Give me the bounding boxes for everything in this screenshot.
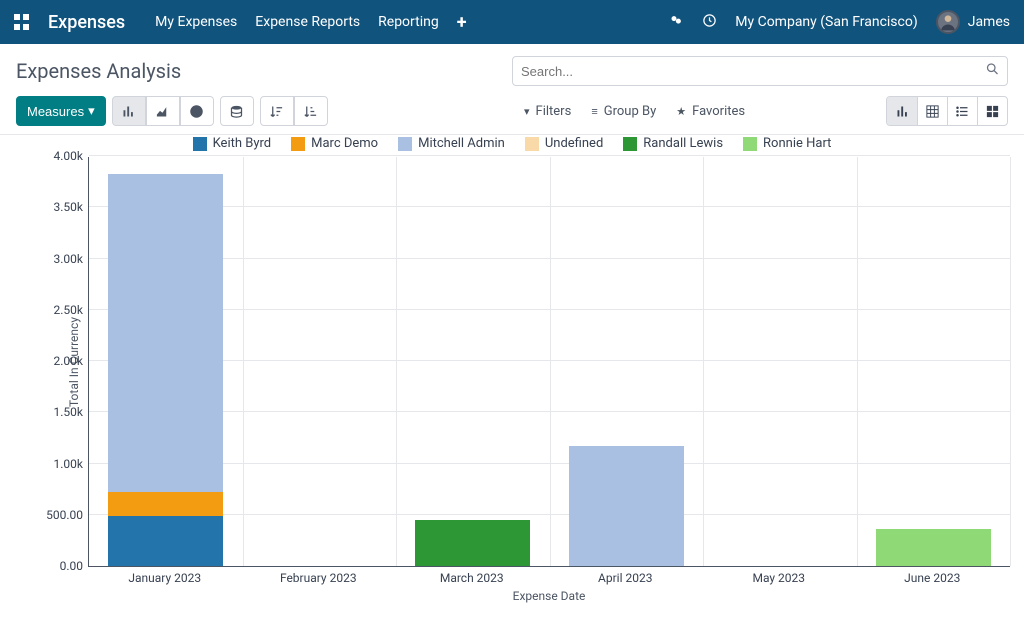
legend-swatch [398, 137, 412, 151]
page-title: Expenses Analysis [16, 59, 512, 83]
bar[interactable] [569, 446, 684, 566]
nav-my-expenses[interactable]: My Expenses [155, 14, 237, 30]
y-tick: 3.00k [33, 252, 83, 266]
apps-icon[interactable] [14, 14, 30, 30]
bar[interactable] [415, 520, 530, 566]
pivot-view-button[interactable] [917, 97, 947, 125]
legend-label: Undefined [545, 136, 603, 151]
legend-item[interactable]: Marc Demo [291, 136, 378, 151]
nav-expense-reports[interactable]: Expense Reports [255, 14, 360, 30]
user-menu[interactable]: James [936, 10, 1010, 34]
favorites-button[interactable]: ★Favorites [668, 100, 753, 123]
filters-button[interactable]: ▾Filters [516, 100, 579, 123]
chart-plot: Total In Currency 0.00500.001.00k1.50k2.… [88, 157, 1010, 567]
legend-item[interactable]: Undefined [525, 136, 603, 151]
chart-legend: Keith Byrd Marc Demo Mitchell Admin Undefin… [14, 136, 1010, 151]
chevron-down-icon: ▾ [88, 103, 95, 119]
filter-icon: ▾ [524, 105, 530, 118]
search-icon[interactable] [985, 62, 1000, 81]
x-ticks: January 2023 February 2023 March 2023 April… [88, 567, 1010, 587]
groupby-button[interactable]: ≡Group By [583, 100, 664, 123]
kanban-view-button[interactable] [977, 97, 1007, 125]
legend-item[interactable]: Ronnie Hart [743, 136, 831, 151]
y-tick: 2.50k [33, 303, 83, 317]
new-item-button[interactable]: + [457, 12, 467, 33]
x-tick: January 2023 [128, 571, 201, 585]
graph-view-button[interactable] [887, 97, 917, 125]
legend-swatch [525, 137, 539, 151]
legend-label: Randall Lewis [643, 136, 723, 151]
bar-chart-button[interactable] [112, 96, 146, 126]
y-tick: 1.50k [33, 405, 83, 419]
filter-group: ▾Filters ≡Group By ★Favorites [512, 100, 753, 123]
y-tick: 3.50k [33, 200, 83, 214]
y-tick: 1.00k [33, 457, 83, 471]
y-tick: 0.00 [33, 559, 83, 573]
bar[interactable] [108, 174, 223, 566]
bar[interactable] [876, 529, 991, 566]
bar-segment[interactable] [108, 174, 223, 492]
legend-label: Marc Demo [311, 136, 378, 151]
legend-item[interactable]: Randall Lewis [623, 136, 723, 151]
legend-swatch [193, 137, 207, 151]
brand[interactable]: Expenses [48, 12, 125, 33]
pie-chart-button[interactable] [180, 96, 214, 126]
legend-swatch [291, 137, 305, 151]
legend-label: Keith Byrd [213, 136, 272, 151]
list-view-button[interactable] [947, 97, 977, 125]
control-panel: Expenses Analysis Measures▾ ▾Filters ≡Gr… [0, 44, 1024, 135]
x-tick: March 2023 [440, 571, 504, 585]
legend-label: Mitchell Admin [418, 136, 505, 151]
bar-segment[interactable] [876, 529, 991, 566]
y-tick: 2.00k [33, 354, 83, 368]
measures-button[interactable]: Measures▾ [16, 96, 106, 126]
sort-group [260, 96, 328, 126]
legend-item[interactable]: Mitchell Admin [398, 136, 505, 151]
bar-segment[interactable] [108, 516, 223, 566]
legend-item[interactable]: Keith Byrd [193, 136, 272, 151]
search-wrap [512, 56, 1008, 86]
avatar [936, 10, 960, 34]
star-icon: ★ [676, 105, 686, 118]
chart-area: Keith Byrd Marc Demo Mitchell Admin Undefin… [0, 130, 1024, 625]
x-tick: February 2023 [280, 571, 357, 585]
bar-segment[interactable] [108, 492, 223, 516]
company-selector[interactable]: My Company (San Francisco) [735, 14, 917, 30]
y-tick: 4.00k [33, 149, 83, 163]
activity-icon[interactable] [702, 13, 717, 32]
messages-icon[interactable] [669, 13, 684, 32]
top-nav: Expenses My Expenses Expense Reports Rep… [0, 0, 1024, 44]
search-input[interactable] [512, 56, 1008, 86]
sort-desc-button[interactable] [260, 96, 294, 126]
legend-swatch [623, 137, 637, 151]
user-name: James [968, 14, 1010, 30]
chart-type-group [112, 96, 214, 126]
stacked-button[interactable] [220, 96, 254, 126]
legend-label: Ronnie Hart [763, 136, 831, 151]
x-axis-label: Expense Date [88, 589, 1010, 603]
list-icon: ≡ [591, 105, 597, 118]
x-tick: April 2023 [598, 571, 652, 585]
view-modes [886, 96, 1008, 126]
x-tick: May 2023 [752, 571, 805, 585]
line-chart-button[interactable] [146, 96, 180, 126]
y-tick: 500.00 [33, 508, 83, 522]
x-tick: June 2023 [904, 571, 960, 585]
legend-swatch [743, 137, 757, 151]
sort-asc-button[interactable] [294, 96, 328, 126]
nav-reporting[interactable]: Reporting [378, 14, 439, 30]
bar-segment[interactable] [569, 446, 684, 566]
bar-segment[interactable] [415, 520, 530, 566]
